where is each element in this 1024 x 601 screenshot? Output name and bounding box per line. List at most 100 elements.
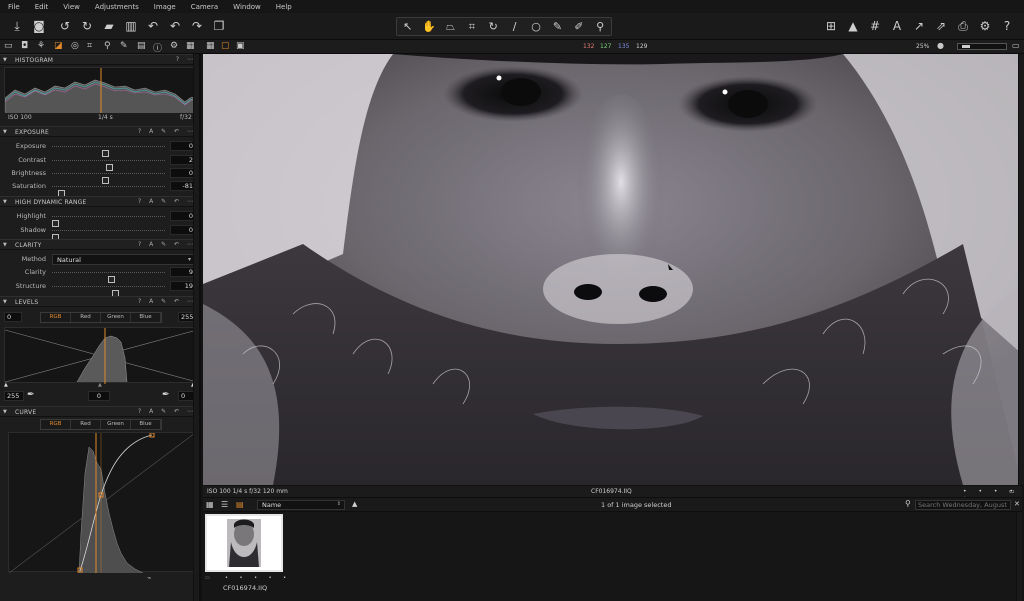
menu-adjustments[interactable]: Adjustments [95, 3, 139, 11]
curve-handle-icon[interactable]: ⌁ [147, 574, 151, 582]
warning-icon[interactable]: ▲ [844, 17, 862, 35]
trash-icon[interactable]: ▥ [122, 17, 140, 35]
single-view-icon[interactable]: ▢ [221, 41, 230, 51]
menu-file[interactable]: File [8, 3, 20, 11]
batch-tab-icon[interactable]: ▦ [186, 41, 195, 51]
highlight-track[interactable] [52, 216, 165, 227]
brush-icon[interactable]: ✎ [548, 20, 566, 33]
image-viewer[interactable] [203, 54, 1022, 485]
color-tab-icon[interactable]: ⚘ [37, 41, 45, 51]
print-icon[interactable]: ⎙ [954, 17, 972, 35]
menu-camera[interactable]: Camera [191, 3, 218, 11]
fit-icon[interactable]: ▭ [1012, 41, 1020, 50]
structure-track[interactable] [52, 286, 165, 297]
copy-icon[interactable]: ❐ [210, 17, 228, 35]
rotate-straighten-icon[interactable]: ↻ [484, 20, 502, 33]
multi-view-icon[interactable]: ▣ [236, 41, 245, 51]
levels-controls[interactable]: ? A ✎ ↶ ⋯ [138, 298, 196, 305]
levels-black-handle-icon[interactable]: ▲ [4, 382, 8, 388]
curve-tab-red[interactable]: Red [71, 420, 101, 429]
curve-header[interactable]: ▼ CURVE ? A ✎ ↶ ⋯ [0, 406, 199, 417]
black-picker-icon[interactable]: ✒ [27, 390, 35, 400]
camera-tab-icon[interactable]: ◘ [21, 41, 28, 51]
rotate-right-icon[interactable]: ↻ [78, 17, 96, 35]
hdr-controls[interactable]: ? A ✎ ↶ ⋯ [138, 198, 196, 205]
thumbnail-rating-dots[interactable]: • • • • • [225, 575, 291, 581]
hdr-header[interactable]: ▼ HIGH DYNAMIC RANGE ? A ✎ ↶ ⋯ [0, 196, 199, 207]
rotate-left-icon[interactable]: ↺ [56, 17, 74, 35]
composition-tab-icon[interactable]: ⌗ [87, 41, 92, 51]
white-picker-icon[interactable]: ✒ [162, 390, 170, 400]
hand-icon[interactable]: ✋ [420, 20, 438, 33]
circle-icon[interactable]: ○ [527, 20, 545, 33]
contrast-track[interactable] [52, 160, 165, 171]
library-tab-icon[interactable]: ▭ [4, 41, 13, 51]
thumbnail-tag-icon[interactable]: ▭ [205, 575, 210, 581]
levels-tab-red[interactable]: Red [71, 313, 101, 322]
clarity-controls[interactable]: ? A ✎ ↶ ⋯ [138, 241, 196, 248]
menu-help[interactable]: Help [276, 3, 292, 11]
tool-panel-scrollbar[interactable] [193, 54, 199, 601]
arrow-exit-icon[interactable]: ⇗ [932, 17, 950, 35]
saturation-track[interactable] [52, 186, 165, 197]
levels-mid-handle-icon[interactable]: ▲ [98, 382, 102, 388]
curve-controls[interactable]: ? A ✎ ↶ ⋯ [138, 408, 196, 415]
lens-tab-icon[interactable]: ◎ [71, 41, 79, 51]
crop-icon[interactable]: ⌗ [463, 20, 481, 34]
curve-graph[interactable] [8, 432, 196, 574]
histogram-header[interactable]: ▼ HISTOGRAM ? ⋯ [0, 54, 199, 65]
levels-header[interactable]: ▼ LEVELS ? A ✎ ↶ ⋯ [0, 296, 199, 307]
browser-scrollbar[interactable] [1016, 512, 1022, 601]
levels-output-low[interactable]: 255 [4, 391, 24, 401]
levels-tab-blue[interactable]: Blue [131, 313, 161, 322]
keystone-icon[interactable]: ⏢ [441, 20, 459, 34]
search-input[interactable] [915, 500, 1011, 510]
levels-output-mid[interactable]: 0 [88, 391, 110, 401]
exposure-controls[interactable]: ? A ✎ ↶ ⋯ [138, 128, 196, 135]
levels-input-low[interactable]: 0 [4, 312, 22, 322]
exposure-header[interactable]: ▼ EXPOSURE ? A ✎ ↶ ⋯ [0, 126, 199, 137]
picker-icon[interactable]: ⚲ [591, 20, 609, 33]
menu-window[interactable]: Window [233, 3, 261, 11]
zoom-slider-handle[interactable] [962, 45, 970, 48]
undo2-icon[interactable]: ↶ [166, 17, 184, 35]
grid-view-icon[interactable]: ▦ [206, 500, 214, 509]
settings-icon[interactable]: ⚙ [976, 17, 994, 35]
clarity-header[interactable]: ▼ CLARITY ? A ✎ ↶ ⋯ [0, 239, 199, 250]
grid-icon[interactable]: # [866, 17, 884, 35]
method-dropdown[interactable]: Natural ▾ [52, 254, 195, 265]
layout-icon[interactable]: ⊞ [822, 17, 840, 35]
shadow-track[interactable] [52, 230, 165, 241]
curve-tab-rgb[interactable]: RGB [41, 420, 71, 429]
zoom-slider[interactable] [957, 43, 1007, 50]
menu-view[interactable]: View [63, 3, 80, 11]
line-icon[interactable]: ∕ [506, 20, 524, 33]
metadata-tab-icon[interactable]: ⓘ [153, 41, 162, 54]
arrow-up-icon[interactable]: ↗ [910, 17, 928, 35]
levels-graph[interactable] [4, 327, 198, 384]
text-icon[interactable]: A [888, 17, 906, 35]
capture-icon[interactable]: ◙ [30, 17, 48, 35]
help-icon[interactable]: ? [998, 17, 1016, 35]
thumbnail-item[interactable] [205, 514, 283, 572]
output-tab-icon[interactable]: ⚙ [170, 41, 178, 51]
filmstrip-view-icon[interactable]: ▤ [236, 500, 244, 509]
eraser-icon[interactable]: ✐ [570, 20, 588, 33]
brightness-track[interactable] [52, 173, 165, 184]
exposure-track[interactable] [52, 146, 165, 157]
list-view-icon[interactable]: ☰ [221, 500, 228, 509]
search-icon[interactable]: ⚲ [905, 499, 911, 508]
levels-tab-green[interactable]: Green [101, 313, 131, 322]
menu-edit[interactable]: Edit [35, 3, 49, 11]
details-tab-icon[interactable]: ⚲ [104, 41, 111, 51]
clarity-track[interactable] [52, 272, 165, 283]
menu-image[interactable]: Image [154, 3, 176, 11]
undo-icon[interactable]: ↶ [144, 17, 162, 35]
viewer-scrollbar[interactable] [1018, 54, 1024, 485]
curve-tab-green[interactable]: Green [101, 420, 131, 429]
exposure-tab-icon[interactable]: ◪ [54, 41, 63, 51]
select-cursor-icon[interactable]: ↖ [399, 20, 417, 33]
local-adjust-tab-icon[interactable]: ✎ [120, 41, 128, 51]
redo-icon[interactable]: ↷ [188, 17, 206, 35]
grid-view-icon[interactable]: ▦ [206, 41, 215, 51]
